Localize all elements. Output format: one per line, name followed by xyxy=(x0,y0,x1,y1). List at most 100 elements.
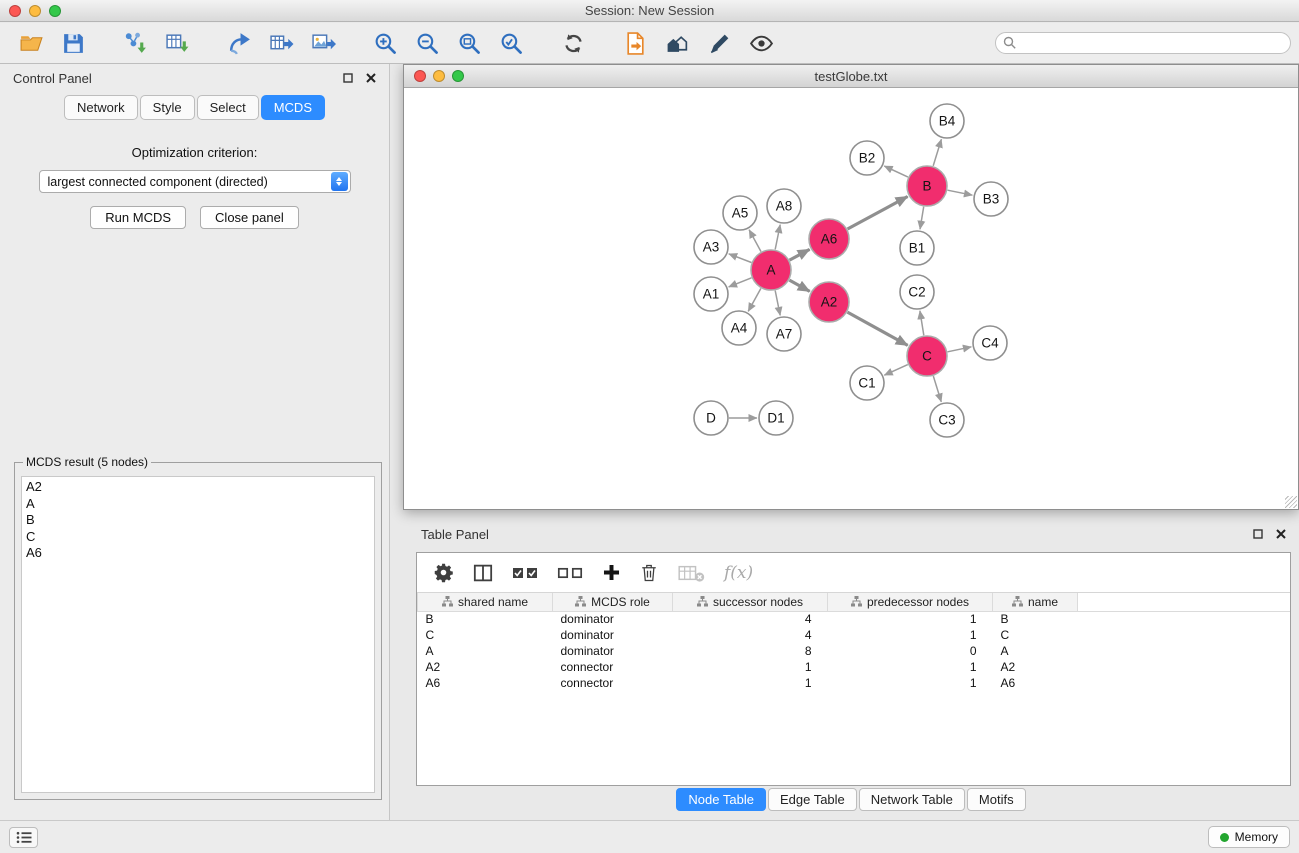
table-row[interactable]: Adominator80A xyxy=(418,643,1291,659)
node-A2[interactable]: A2 xyxy=(809,282,849,322)
edge-B-B4[interactable] xyxy=(933,139,941,166)
import-network-button[interactable] xyxy=(119,27,151,59)
home-button[interactable] xyxy=(661,27,693,59)
delete-row-button[interactable] xyxy=(640,563,658,583)
zoom-selected-button[interactable] xyxy=(495,27,527,59)
node-C1[interactable]: C1 xyxy=(850,366,884,400)
edge-A-A8[interactable] xyxy=(775,225,780,250)
edge-A-A3[interactable] xyxy=(729,254,752,263)
edge-A-A1[interactable] xyxy=(729,278,752,287)
mcds-result-list[interactable]: A2ABCA6 xyxy=(21,476,375,793)
refresh-button[interactable] xyxy=(557,27,589,59)
run-mcds-button[interactable]: Run MCDS xyxy=(90,206,186,229)
result-item[interactable]: A2 xyxy=(26,479,370,496)
node-A8[interactable]: A8 xyxy=(767,189,801,223)
network-minimize-button[interactable] xyxy=(433,70,445,82)
table-row[interactable]: A6connector11A6 xyxy=(418,675,1291,691)
close-table-panel-icon[interactable] xyxy=(1273,526,1289,542)
table-row[interactable]: Bdominator41B xyxy=(418,611,1291,627)
zoom-out-button[interactable] xyxy=(411,27,443,59)
node-A4[interactable]: A4 xyxy=(722,311,756,345)
float-panel-icon[interactable] xyxy=(340,70,356,86)
export-table-button[interactable] xyxy=(265,27,297,59)
export-image-button[interactable] xyxy=(307,27,339,59)
export-network-button[interactable] xyxy=(223,27,255,59)
edge-A-A6[interactable] xyxy=(790,249,810,260)
edge-B-B3[interactable] xyxy=(948,190,973,195)
node-D[interactable]: D xyxy=(694,401,728,435)
result-item[interactable]: A xyxy=(26,496,370,513)
edge-A-A7[interactable] xyxy=(775,291,780,316)
result-item[interactable]: B xyxy=(26,512,370,529)
tab-mcds[interactable]: MCDS xyxy=(261,95,325,120)
result-item[interactable]: C xyxy=(26,529,370,546)
node-B1[interactable]: B1 xyxy=(900,231,934,265)
minimize-window-button[interactable] xyxy=(29,5,41,17)
node-A7[interactable]: A7 xyxy=(767,317,801,351)
zoom-window-button[interactable] xyxy=(49,5,61,17)
search-input[interactable] xyxy=(995,32,1291,54)
node-A6[interactable]: A6 xyxy=(809,219,849,259)
node-B2[interactable]: B2 xyxy=(850,141,884,175)
close-panel-icon[interactable] xyxy=(363,70,379,86)
tab-node-table[interactable]: Node Table xyxy=(676,788,766,811)
style-brush-button[interactable] xyxy=(703,27,735,59)
column-header-name[interactable]: name xyxy=(993,593,1078,611)
tab-network-table[interactable]: Network Table xyxy=(859,788,965,811)
node-A[interactable]: A xyxy=(751,250,791,290)
edge-A2-C[interactable] xyxy=(847,312,907,345)
import-table-button[interactable] xyxy=(161,27,193,59)
gear-button[interactable] xyxy=(433,562,454,583)
open-folder-button[interactable] xyxy=(15,27,47,59)
network-close-button[interactable] xyxy=(414,70,426,82)
result-item[interactable]: A6 xyxy=(26,545,370,562)
node-C[interactable]: C xyxy=(907,336,947,376)
deselect-all-button[interactable] xyxy=(557,565,583,581)
node-B3[interactable]: B3 xyxy=(974,182,1008,216)
edge-B-B1[interactable] xyxy=(920,207,924,230)
column-header-MCDS-role[interactable]: MCDS role xyxy=(553,593,673,611)
eye-button[interactable] xyxy=(745,27,777,59)
float-table-panel-icon[interactable] xyxy=(1250,526,1266,542)
close-window-button[interactable] xyxy=(9,5,21,17)
node-A3[interactable]: A3 xyxy=(694,230,728,264)
columns-button[interactable] xyxy=(473,564,493,582)
edge-B-B2[interactable] xyxy=(884,166,908,177)
delete-table-button[interactable] xyxy=(677,563,705,583)
node-C3[interactable]: C3 xyxy=(930,403,964,437)
column-header-successor-nodes[interactable]: successor nodes xyxy=(673,593,828,611)
tab-network[interactable]: Network xyxy=(64,95,138,120)
select-all-button[interactable] xyxy=(512,565,538,581)
tab-select[interactable]: Select xyxy=(197,95,259,120)
column-header-predecessor-nodes[interactable]: predecessor nodes xyxy=(828,593,993,611)
network-window-titlebar[interactable]: testGlobe.txt xyxy=(404,65,1298,88)
node-A1[interactable]: A1 xyxy=(694,277,728,311)
edge-A-A2[interactable] xyxy=(789,280,809,291)
zoom-fit-button[interactable] xyxy=(453,27,485,59)
save-button[interactable] xyxy=(57,27,89,59)
tab-style[interactable]: Style xyxy=(140,95,195,120)
node-C2[interactable]: C2 xyxy=(900,275,934,309)
column-header-shared-name[interactable]: shared name xyxy=(418,593,553,611)
task-history-button[interactable] xyxy=(9,827,38,848)
tab-edge-table[interactable]: Edge Table xyxy=(768,788,857,811)
edge-C-C4[interactable] xyxy=(948,347,972,352)
zoom-in-button[interactable] xyxy=(369,27,401,59)
edge-A-A4[interactable] xyxy=(748,288,761,311)
node-A5[interactable]: A5 xyxy=(723,196,757,230)
tab-motifs[interactable]: Motifs xyxy=(967,788,1026,811)
table-row[interactable]: A2connector11A2 xyxy=(418,659,1291,675)
table-row[interactable]: Cdominator41C xyxy=(418,627,1291,643)
edge-C-C3[interactable] xyxy=(933,376,941,402)
network-zoom-button[interactable] xyxy=(452,70,464,82)
document-import-button[interactable] xyxy=(619,27,651,59)
resize-grip[interactable] xyxy=(1285,496,1297,508)
node-B4[interactable]: B4 xyxy=(930,104,964,138)
add-row-button[interactable] xyxy=(602,563,621,582)
function-builder-button[interactable]: f(x) xyxy=(724,563,753,583)
close-panel-button[interactable]: Close panel xyxy=(200,206,299,229)
node-C4[interactable]: C4 xyxy=(973,326,1007,360)
node-B[interactable]: B xyxy=(907,166,947,206)
node-D1[interactable]: D1 xyxy=(759,401,793,435)
edge-C-C1[interactable] xyxy=(884,365,908,376)
